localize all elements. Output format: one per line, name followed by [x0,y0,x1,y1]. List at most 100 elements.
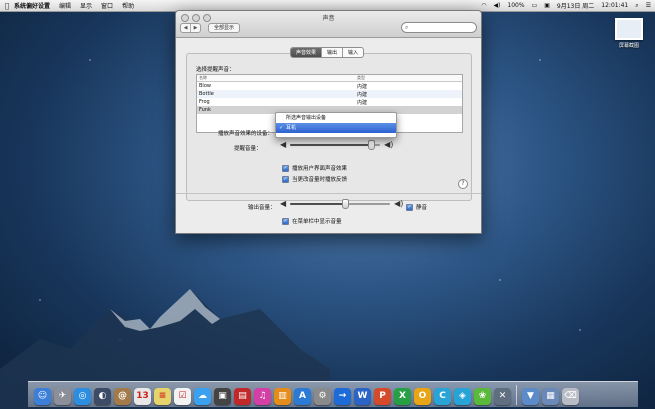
launchpad-icon[interactable]: ✈ [54,388,71,405]
alert-sound-heading: 选择提醒声音： [196,67,235,73]
messages-icon[interactable]: ☁ [194,388,211,405]
arrow-icon[interactable]: → [334,388,351,405]
menu-system-preferences[interactable]: 系统偏好设置 [14,1,50,10]
messenger-icon[interactable]: ❀ [474,388,491,405]
checkbox-checked-icon: ✓ [282,217,289,225]
powerpoint-icon[interactable]: P [374,388,391,405]
popup-item-selected-output[interactable]: 所选声音输出设备 [276,113,396,123]
volume-feedback-checkbox[interactable]: ✓ 当更改音量时播放反馈 [282,175,347,183]
tab-sound-effects[interactable]: 声音效果 [291,48,322,57]
notes-icon[interactable]: ≡ [154,388,171,405]
alert-volume-track[interactable] [290,140,381,150]
contacts-icon[interactable]: @ [114,388,131,405]
forward-button[interactable]: ▶ [190,24,200,32]
checkbox-checked-icon: ✓ [282,164,289,172]
downloads-icon[interactable]: ▼ [522,388,539,405]
ui-sound-effects-checkbox[interactable]: ✓ 播放用户界面声音效果 [282,164,347,172]
menubar-time[interactable]: 12:01:41 [601,2,628,9]
menu-help[interactable]: 帮助 [122,1,134,10]
desktop-screenshot-file[interactable]: 屏幕截图 [614,18,644,49]
window-titlebar[interactable]: 声音 ◀ ▶ 全部显示 ⌕ [176,11,481,38]
play-device-label: 播放声音效果的设备： [218,131,274,137]
help-button[interactable]: ? [458,179,468,189]
mute-label: 静音 [416,205,428,211]
checkmark-icon: ✓ [279,125,284,131]
menubar-date[interactable]: 9月13日 周二 [557,1,594,10]
db-icon[interactable]: ◈ [454,388,471,405]
alert-volume-knob[interactable] [368,140,376,150]
preferences-icon[interactable]: ⚙ [314,388,331,405]
itunes-icon[interactable]: ♫ [254,388,271,405]
column-name[interactable]: 名称 [199,75,207,81]
speaker-low-icon: ◀ [280,140,287,149]
output-volume-track[interactable] [290,199,391,209]
nav-buttons: ◀ ▶ [180,23,201,33]
popup-item-label: 所选声音输出设备 [286,115,327,121]
mute-checkbox[interactable]: ✓ 静音 [406,203,427,211]
alert-volume-slider[interactable]: ◀ ◀) [280,140,393,150]
checkbox-checked-icon: ✓ [406,203,413,211]
divider [176,193,481,194]
menu-view[interactable]: 显示 [80,1,92,10]
column-type[interactable]: 类型 [357,75,365,81]
list-item[interactable]: Blow 内建 [197,82,462,90]
flag-icon[interactable]: ▣ [544,2,550,9]
facetime-icon[interactable]: ▣ [214,388,231,405]
sound-name: Blow [199,83,211,89]
search-field[interactable]: ⌕ [401,22,477,33]
photo-icon[interactable]: ◐ [94,388,111,405]
window-title: 声音 [322,15,335,22]
ibooks-icon[interactable]: ▥ [274,388,291,405]
excel-icon[interactable]: X [394,388,411,405]
popup-item-headphones[interactable]: ✓ 耳机 [276,123,396,133]
desktop-file-label: 屏幕截图 [618,43,639,49]
word-icon[interactable]: W [354,388,371,405]
show-all-button[interactable]: 全部显示 [208,23,241,33]
tab-output[interactable]: 输出 [321,48,342,57]
calendar-icon[interactable]: 13 [134,388,151,405]
back-button[interactable]: ◀ [181,24,190,32]
apple-menu-icon[interactable]:  [0,2,14,10]
volume-icon[interactable]: ◀) [493,2,500,9]
notification-center-icon[interactable]: ☰ [646,2,651,9]
sound-type: 内建 [357,100,368,106]
alert-volume-fill [290,144,372,146]
spotlight-icon[interactable]: ⌕ [635,2,638,10]
photobooth-icon[interactable]: ▤ [234,388,251,405]
speaker-low-icon: ◀ [280,199,287,208]
utility-icon[interactable]: ✕ [494,388,511,405]
reminders-icon[interactable]: ☑ [174,388,191,405]
search-icon: ⌕ [405,24,409,31]
tab-bar: 声音效果 输出 输入 [290,47,365,58]
battery-percent[interactable]: 100% [507,2,524,9]
output-volume-fill [290,203,346,205]
menubar-status: ◠ ◀) 100% ▭ ▣ 9月13日 周二 12:01:41 ⌕ ☰ [481,0,651,11]
safari-icon[interactable]: ◎ [74,388,91,405]
output-volume-slider[interactable]: ◀ ◀) [280,199,404,209]
screenshot-thumbnail-icon [615,18,643,40]
tab-input[interactable]: 输入 [342,48,363,57]
show-volume-menubar-checkbox[interactable]: ✓ 在菜单栏中显示音量 [282,217,342,225]
wifi-icon[interactable]: ◠ [481,2,486,9]
outlook-icon[interactable]: O [414,388,431,405]
appstore-icon[interactable]: A [294,388,311,405]
battery-icon: ▭ [531,2,538,9]
documents-icon[interactable]: ▦ [542,388,559,405]
sound-type: 内建 [357,84,368,90]
dock-separator [516,385,517,405]
dock: ☺ ✈ ◎ ◐ @13 ≡ ☑ ☁ ▣ ▤ ♫ ▥ A ⚙ → W P X O C ◈ ❀ ✕ ▼ ▦ ⌫ [28,381,638,407]
output-volume-label: 输出音量： [248,205,276,211]
menu-edit[interactable]: 编辑 [59,1,71,10]
ui-sound-effects-label: 播放用户界面声音效果 [292,166,348,172]
speaker-high-icon: ◀) [394,199,404,208]
list-header: 名称 类型 [197,75,462,82]
list-item[interactable]: Bottle 内建 [197,90,462,98]
sound-type: 内建 [357,92,368,98]
lync-icon[interactable]: C [434,388,451,405]
menu-window[interactable]: 窗口 [101,1,113,10]
show-volume-menubar-label: 在菜单栏中显示音量 [292,219,342,225]
finder-icon[interactable]: ☺ [34,388,51,405]
trash-icon[interactable]: ⌫ [562,388,579,405]
list-item[interactable]: Frog 内建 [197,98,462,106]
output-volume-knob[interactable] [342,199,350,209]
